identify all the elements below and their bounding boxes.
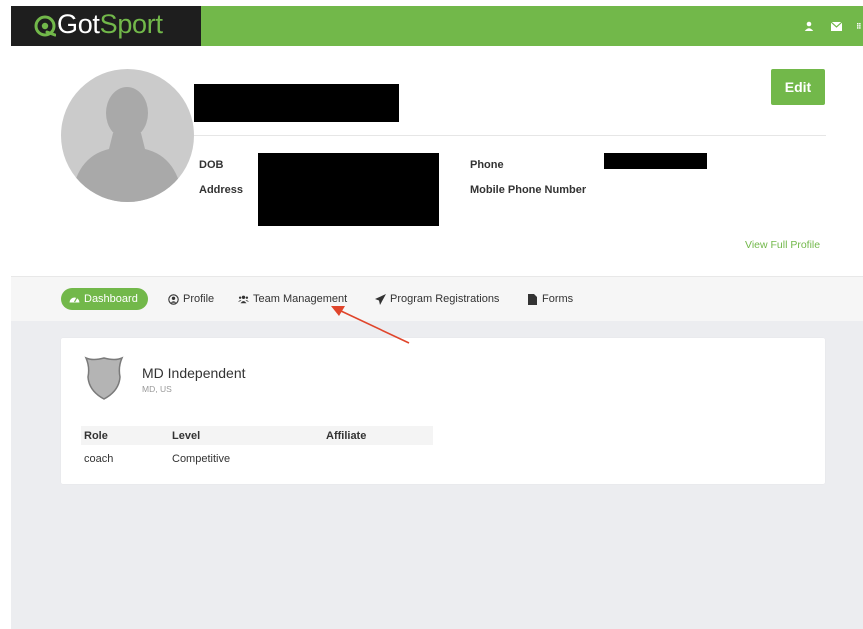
logo-text: GotSport [57, 9, 163, 40]
mobile-phone-label: Mobile Phone Number [470, 184, 587, 196]
column-header-role: Role [84, 430, 108, 442]
profile-divider [194, 135, 826, 136]
paper-plane-icon [375, 293, 386, 305]
dob-label: DOB [199, 159, 224, 171]
name-redacted [194, 84, 399, 122]
top-navbar: GotSport [11, 6, 863, 46]
logo[interactable]: GotSport [11, 6, 201, 46]
envelope-icon[interactable] [830, 20, 842, 32]
club-name[interactable]: MD Independent [142, 365, 246, 381]
tab-forms-label: Forms [542, 293, 574, 305]
logo-text-suffix: Sport [99, 9, 163, 39]
cell-role: coach [84, 453, 114, 465]
user-icon[interactable] [803, 20, 815, 32]
header-icons [788, 6, 863, 46]
tab-bar: Dashboard Profile Team Management Progra… [11, 276, 863, 322]
dob-address-redacted [258, 153, 439, 226]
cell-level: Competitive [172, 453, 231, 465]
table-header [81, 426, 433, 445]
phone-redacted [604, 153, 707, 169]
dashboard-icon [69, 294, 80, 305]
tab-program-registrations-label: Program Registrations [390, 293, 500, 305]
tab-dashboard-label: Dashboard [84, 293, 138, 305]
tab-profile-label: Profile [183, 293, 215, 305]
grid-menu-icon[interactable] [857, 20, 863, 32]
column-header-affiliate: Affiliate [326, 430, 367, 442]
tab-forms[interactable]: Forms [527, 288, 573, 310]
user-circle-icon [168, 293, 179, 305]
tab-program-registrations[interactable]: Program Registrations [375, 288, 499, 310]
tab-dashboard[interactable]: Dashboard [61, 288, 148, 310]
logo-text-prefix: Got [57, 9, 100, 39]
users-icon [238, 294, 249, 305]
club-shield-icon [84, 356, 124, 400]
edit-button[interactable]: Edit [771, 69, 825, 105]
column-header-level: Level [172, 430, 201, 442]
app-window: GotSport Edit DOB Address Phone Mobile P… [11, 6, 863, 629]
file-icon [527, 293, 538, 305]
tab-team-management-label: Team Management [253, 293, 348, 305]
address-label: Address [199, 184, 244, 196]
tab-team-management[interactable]: Team Management [238, 288, 347, 310]
view-full-profile-link[interactable]: View Full Profile [745, 239, 820, 251]
club-location: MD, US [142, 384, 172, 394]
tab-profile[interactable]: Profile [168, 288, 214, 310]
avatar [61, 69, 194, 202]
logo-icon [34, 15, 56, 37]
phone-label: Phone [470, 159, 504, 171]
avatar-placeholder-icon [71, 87, 183, 202]
